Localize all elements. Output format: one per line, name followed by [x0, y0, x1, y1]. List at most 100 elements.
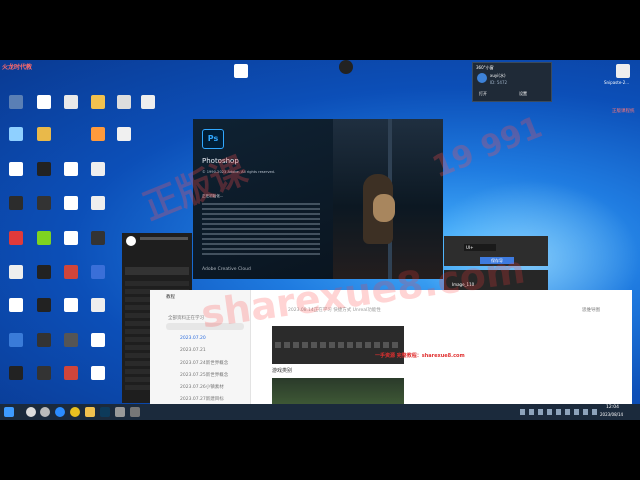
desktop-shortcut[interactable] — [85, 127, 111, 141]
app-icon — [37, 162, 51, 176]
promo-text: 一手资源 完整教程：sharexue8.com — [375, 353, 465, 359]
desktop-shortcut[interactable] — [3, 333, 29, 347]
desktop-shortcut[interactable] — [135, 95, 161, 109]
credits-block — [202, 203, 320, 258]
app-icon — [64, 162, 78, 176]
taskbar-app-icon[interactable] — [115, 407, 125, 417]
taskbar-app-photoshop-icon[interactable] — [100, 407, 110, 417]
notif-title: 360°小窗 — [476, 65, 494, 70]
clock-date[interactable]: 2023/08/14 — [600, 412, 623, 417]
desktop-shortcut[interactable] — [85, 196, 111, 210]
top-right-label: 正版课程统 — [612, 109, 635, 114]
desktop-shortcut[interactable] — [85, 231, 111, 245]
app-icon — [37, 231, 51, 245]
app-icon — [91, 366, 105, 380]
desktop-shortcut[interactable] — [3, 298, 29, 312]
desktop-shortcut[interactable] — [58, 95, 84, 109]
desktop-shortcut[interactable] — [85, 366, 111, 380]
desktop-shortcut[interactable] — [31, 333, 57, 347]
desktop-shortcut[interactable] — [3, 366, 29, 380]
editor-menu — [140, 237, 188, 240]
app-icon — [91, 231, 105, 245]
app-icon — [64, 95, 78, 109]
taskbar-app-browser-icon[interactable] — [55, 407, 65, 417]
app-icon — [9, 366, 23, 380]
sidebar-item[interactable]: 2023.07.20 — [180, 336, 206, 341]
notif-open-button[interactable]: 打开 — [479, 91, 487, 97]
app-icon — [37, 95, 51, 109]
file-icon — [616, 64, 630, 78]
taskbar-app-icon[interactable] — [130, 407, 140, 417]
desktop-shortcut[interactable] — [58, 333, 84, 347]
desktop-shortcut[interactable] — [31, 298, 57, 312]
app-icon — [141, 95, 155, 109]
app-icon — [9, 127, 23, 141]
desktop-shortcut[interactable] — [85, 333, 111, 347]
desktop-shortcut[interactable] — [85, 265, 111, 279]
panel-field[interactable]: UI+ — [464, 244, 496, 251]
desktop-shortcut[interactable] — [111, 127, 137, 141]
clock-time[interactable]: 12:04 — [606, 405, 619, 410]
desktop-shortcut-center[interactable] — [228, 64, 254, 78]
taskbar-app-unreal-icon[interactable] — [26, 407, 36, 417]
app-icon — [37, 366, 51, 380]
app-icon — [37, 127, 51, 141]
section-heading: 游戏类别 — [272, 368, 293, 374]
desktop-shortcut[interactable] — [31, 231, 57, 245]
editor-toolbar — [125, 267, 189, 275]
desktop-shortcut[interactable] — [85, 162, 111, 176]
desktop-shortcut[interactable] — [58, 265, 84, 279]
app-icon — [64, 298, 78, 312]
app-icon — [9, 333, 23, 347]
taskbar-app-chrome-icon[interactable] — [70, 407, 80, 417]
desktop-shortcut[interactable] — [85, 298, 111, 312]
notif-value: ID: 5472 — [490, 80, 508, 85]
desktop-shortcut-camera[interactable] — [333, 60, 359, 74]
sidebar-item[interactable]: 2023.07.25新世界概念 — [180, 372, 228, 378]
desktop-shortcut[interactable] — [58, 231, 84, 245]
start-icon[interactable] — [4, 407, 14, 417]
desktop-shortcut[interactable] — [85, 95, 111, 109]
desktop-shortcut[interactable] — [3, 231, 29, 245]
desktop-shortcut[interactable] — [31, 162, 57, 176]
artwork-bear — [373, 194, 395, 222]
sidebar-item[interactable]: 全部资料正在学习 — [168, 315, 204, 321]
desktop-shortcut[interactable] — [31, 95, 57, 109]
desktop-shortcut[interactable] — [3, 196, 29, 210]
desktop-shortcut[interactable] — [3, 162, 29, 176]
desktop-shortcut[interactable] — [58, 162, 84, 176]
vendor-label: Adobe Creative Cloud — [202, 267, 251, 272]
desktop-shortcut[interactable] — [58, 366, 84, 380]
app-icon — [9, 162, 23, 176]
desktop-shortcut[interactable] — [58, 196, 84, 210]
desktop-shortcut[interactable] — [31, 366, 57, 380]
taskbar-app-unreal-icon[interactable] — [40, 407, 50, 417]
desktop-shortcut[interactable] — [31, 265, 57, 279]
sidebar-item[interactable]: 2023.07.24新世界概念 — [180, 360, 228, 366]
notification-window[interactable]: 360°小窗 xuyi(水) ID: 5472 打开 设置 — [472, 62, 552, 102]
desktop-shortcut[interactable] — [3, 127, 29, 141]
desktop-shortcut[interactable] — [111, 95, 137, 109]
app-icon — [91, 127, 105, 141]
app-icon — [37, 298, 51, 312]
desktop-shortcut[interactable] — [3, 265, 29, 279]
desktop-shortcut[interactable] — [31, 196, 57, 210]
mindmap-button[interactable]: 思维导图 — [582, 307, 600, 313]
desktop-shortcut[interactable] — [58, 298, 84, 312]
taskbar: 12:04 2023/08/14 — [0, 404, 640, 420]
app-icon — [117, 95, 131, 109]
sidebar-item[interactable]: 2023.07.27新建目标 — [180, 396, 224, 402]
screenshot-toolbar — [275, 342, 401, 348]
sidebar-item[interactable]: 2023.07.26小镇素材 — [180, 384, 224, 390]
desktop-shortcut[interactable] — [31, 127, 57, 141]
desktop-shortcut-right[interactable] — [610, 64, 636, 78]
camera-icon — [339, 60, 353, 74]
sidebar-title: 教程 — [166, 295, 175, 300]
notif-settings-button[interactable]: 设置 — [519, 91, 527, 97]
tray-icons — [520, 409, 600, 415]
sidebar-item[interactable]: 2023.07.21 — [180, 348, 206, 353]
desktop-shortcut[interactable] — [3, 95, 29, 109]
app-icon — [117, 127, 131, 141]
notif-user: xuyi(水) — [490, 73, 506, 78]
taskbar-app-folder-icon[interactable] — [85, 407, 95, 417]
